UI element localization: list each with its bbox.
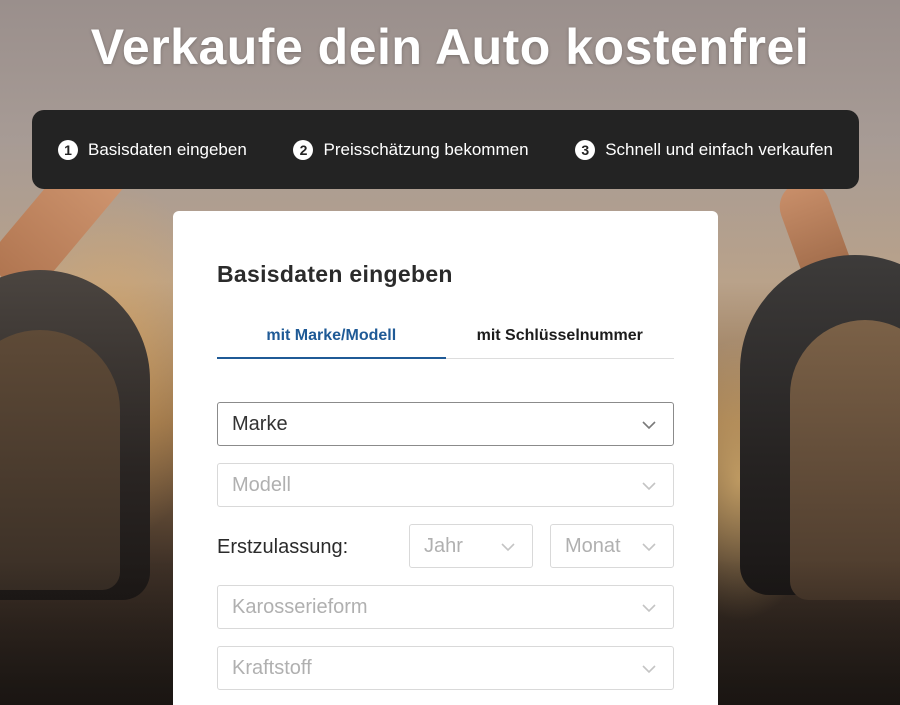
erstzulassung-label: Erstzulassung: — [217, 536, 349, 558]
karosserieform-select[interactable]: Karosserieform — [217, 585, 674, 629]
step-number-badge: 2 — [293, 139, 314, 160]
background-seat-right-detail — [790, 320, 900, 600]
chevron-down-icon — [500, 539, 516, 555]
jahr-select[interactable]: Jahr — [409, 524, 533, 568]
step-label: Basisdaten eingeben — [88, 139, 247, 159]
chevron-down-icon — [641, 661, 657, 677]
tab-schluesselnummer[interactable]: mit Schlüsselnummer — [446, 319, 675, 358]
modell-select-value: Modell — [232, 473, 291, 496]
kraftstoff-select-value: Kraftstoff — [232, 656, 312, 679]
tab-marke-modell[interactable]: mit Marke/Modell — [217, 319, 446, 359]
monat-select-value: Monat — [565, 534, 621, 557]
kraftstoff-select[interactable]: Kraftstoff — [217, 646, 674, 690]
background-seat-left-detail — [0, 330, 120, 590]
jahr-select-value: Jahr — [424, 534, 463, 557]
step-2: 2 Preisschätzung bekommen — [293, 139, 529, 160]
karosserieform-select-value: Karosserieform — [232, 595, 368, 618]
hero-title: Verkaufe dein Auto kostenfrei — [90, 19, 810, 75]
step-label: Schnell und einfach verkaufen — [605, 139, 833, 159]
chevron-down-icon — [641, 417, 657, 433]
chevron-down-icon — [641, 539, 657, 555]
marke-select-value: Marke — [232, 412, 288, 435]
form-title: Basisdaten eingeben — [217, 261, 453, 287]
hero-section: Verkaufe dein Auto kostenfrei 1 Basisdat… — [0, 0, 900, 705]
form-tabs: mit Marke/Modell mit Schlüsselnummer — [217, 319, 674, 359]
step-number-badge: 1 — [58, 139, 78, 160]
steps-bar: 1 Basisdaten eingeben 2 Preisschätzung b… — [32, 110, 859, 189]
chevron-down-icon — [641, 600, 657, 616]
step-label: Preisschätzung bekommen — [323, 139, 529, 159]
step-1: 1 Basisdaten eingeben — [58, 139, 247, 160]
modell-select[interactable]: Modell — [217, 463, 674, 507]
basisdaten-form-card: Basisdaten eingeben mit Marke/Modell mit… — [173, 211, 718, 705]
marke-select[interactable]: Marke — [217, 402, 674, 446]
monat-select[interactable]: Monat — [550, 524, 674, 568]
step-3: 3 Schnell und einfach verkaufen — [575, 139, 833, 160]
chevron-down-icon — [641, 478, 657, 494]
step-number-badge: 3 — [575, 139, 596, 160]
